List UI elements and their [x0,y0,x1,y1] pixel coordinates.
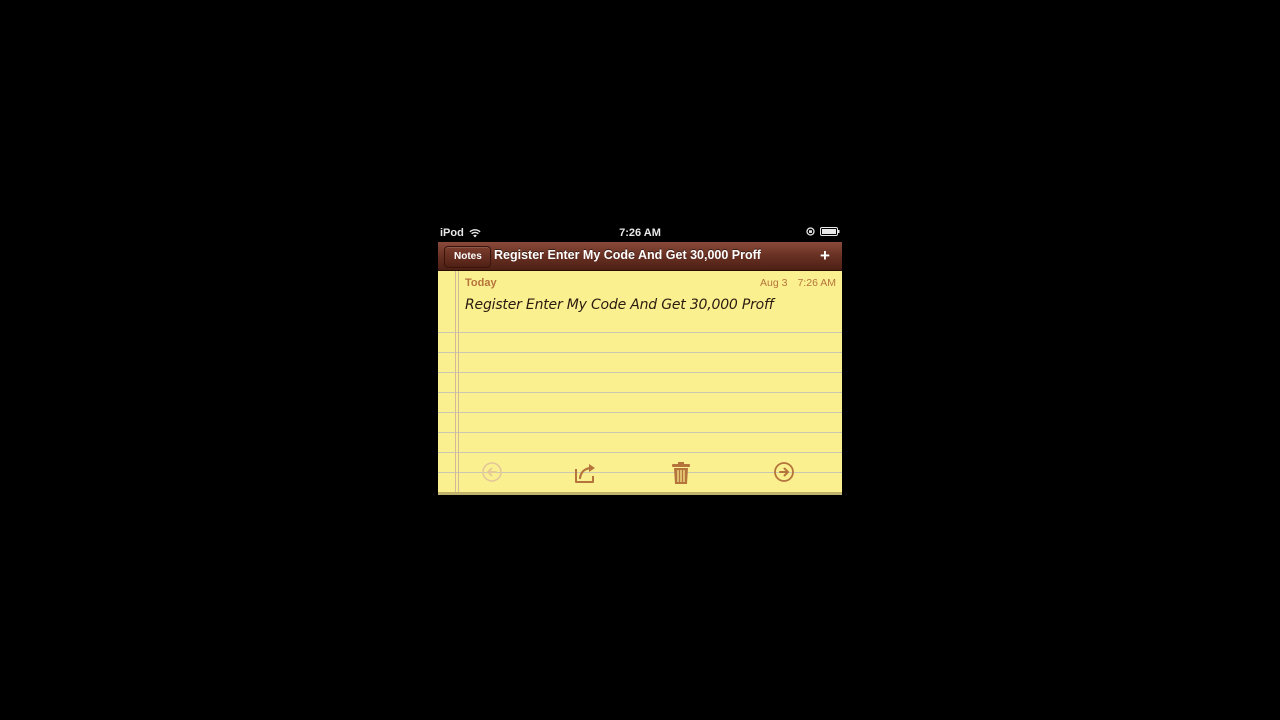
next-note-button[interactable] [773,461,799,487]
navigation-bar: Notes Register Enter My Code And Get 30,… [438,242,842,271]
status-bar: iPod 7:26 AM [438,224,842,242]
share-icon [573,461,599,485]
note-time: 7:26 AM [797,277,836,289]
note-date: Aug 3 [760,277,788,289]
battery-icon [820,227,840,236]
note-body-text[interactable]: Register Enter My Code And Get 30,000 Pr… [465,297,835,313]
trash-icon [670,461,696,485]
previous-note-button[interactable] [481,461,507,487]
paper-bottom-edge [438,492,842,495]
note-toolbar [438,455,842,491]
status-right [806,227,840,236]
note-title: Register Enter My Code And Get 30,000 Pr… [494,248,761,262]
note-timestamp: Aug 3 7:26 AM [760,277,836,289]
notes-back-button[interactable]: Notes [444,246,491,268]
previous-arrow-icon [481,461,507,483]
share-note-button[interactable] [573,461,599,487]
delete-note-button[interactable] [670,461,696,487]
note-paper[interactable]: Today Aug 3 7:26 AM Register Enter My Co… [438,271,842,495]
add-note-button[interactable]: + [812,246,838,266]
rotation-lock-icon [806,227,815,236]
next-arrow-icon [773,461,799,483]
device-screen: iPod 7:26 AM Notes Register Enter My Cod… [438,224,842,495]
status-time: 7:26 AM [619,227,661,239]
note-day-label: Today [465,277,497,289]
